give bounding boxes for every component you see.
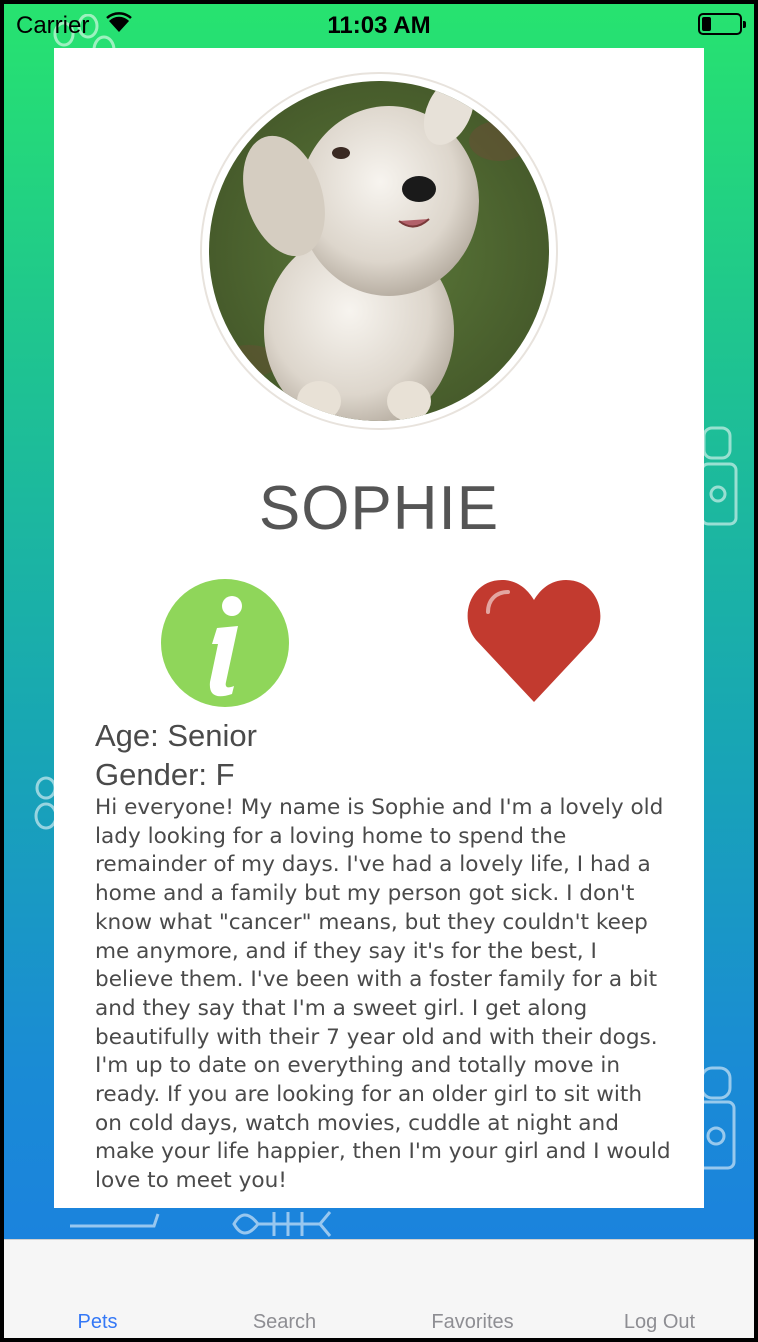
tab-bar: Pets Search Favorites Log Out xyxy=(4,1239,754,1338)
heart-icon[interactable] xyxy=(466,578,602,704)
leash-doodle-icon xyxy=(70,1213,160,1228)
pet-photo-frame xyxy=(200,72,558,430)
tab-log-out[interactable]: Log Out xyxy=(566,1311,753,1334)
info-icon[interactable] xyxy=(160,578,290,708)
pet-description: Hi everyone! My name is Sophie and I'm a… xyxy=(95,795,671,1194)
battery-low-icon xyxy=(698,13,746,35)
pet-gender: Gender: F xyxy=(95,757,235,792)
tab-favorites[interactable]: Favorites xyxy=(379,1311,566,1334)
tab-pets[interactable]: Pets xyxy=(4,1311,191,1334)
status-bar: Carrier 11:03 AM xyxy=(4,4,754,48)
pet-photo xyxy=(209,81,549,421)
fish-bone-doodle-icon xyxy=(232,1211,332,1237)
clock-label: 11:03 AM xyxy=(327,12,431,39)
pet-name: SOPHIE xyxy=(258,474,500,543)
pet-age: Age: Senior xyxy=(95,718,257,753)
tab-search[interactable]: Search xyxy=(191,1311,378,1334)
app-screen: Carrier 11:03 AM SOPHIE Age: Senior Gend… xyxy=(4,4,754,1338)
food-can-doodle-icon xyxy=(700,426,738,526)
pet-card: SOPHIE Age: Senior Gender: F Hi everyone… xyxy=(54,48,704,1208)
